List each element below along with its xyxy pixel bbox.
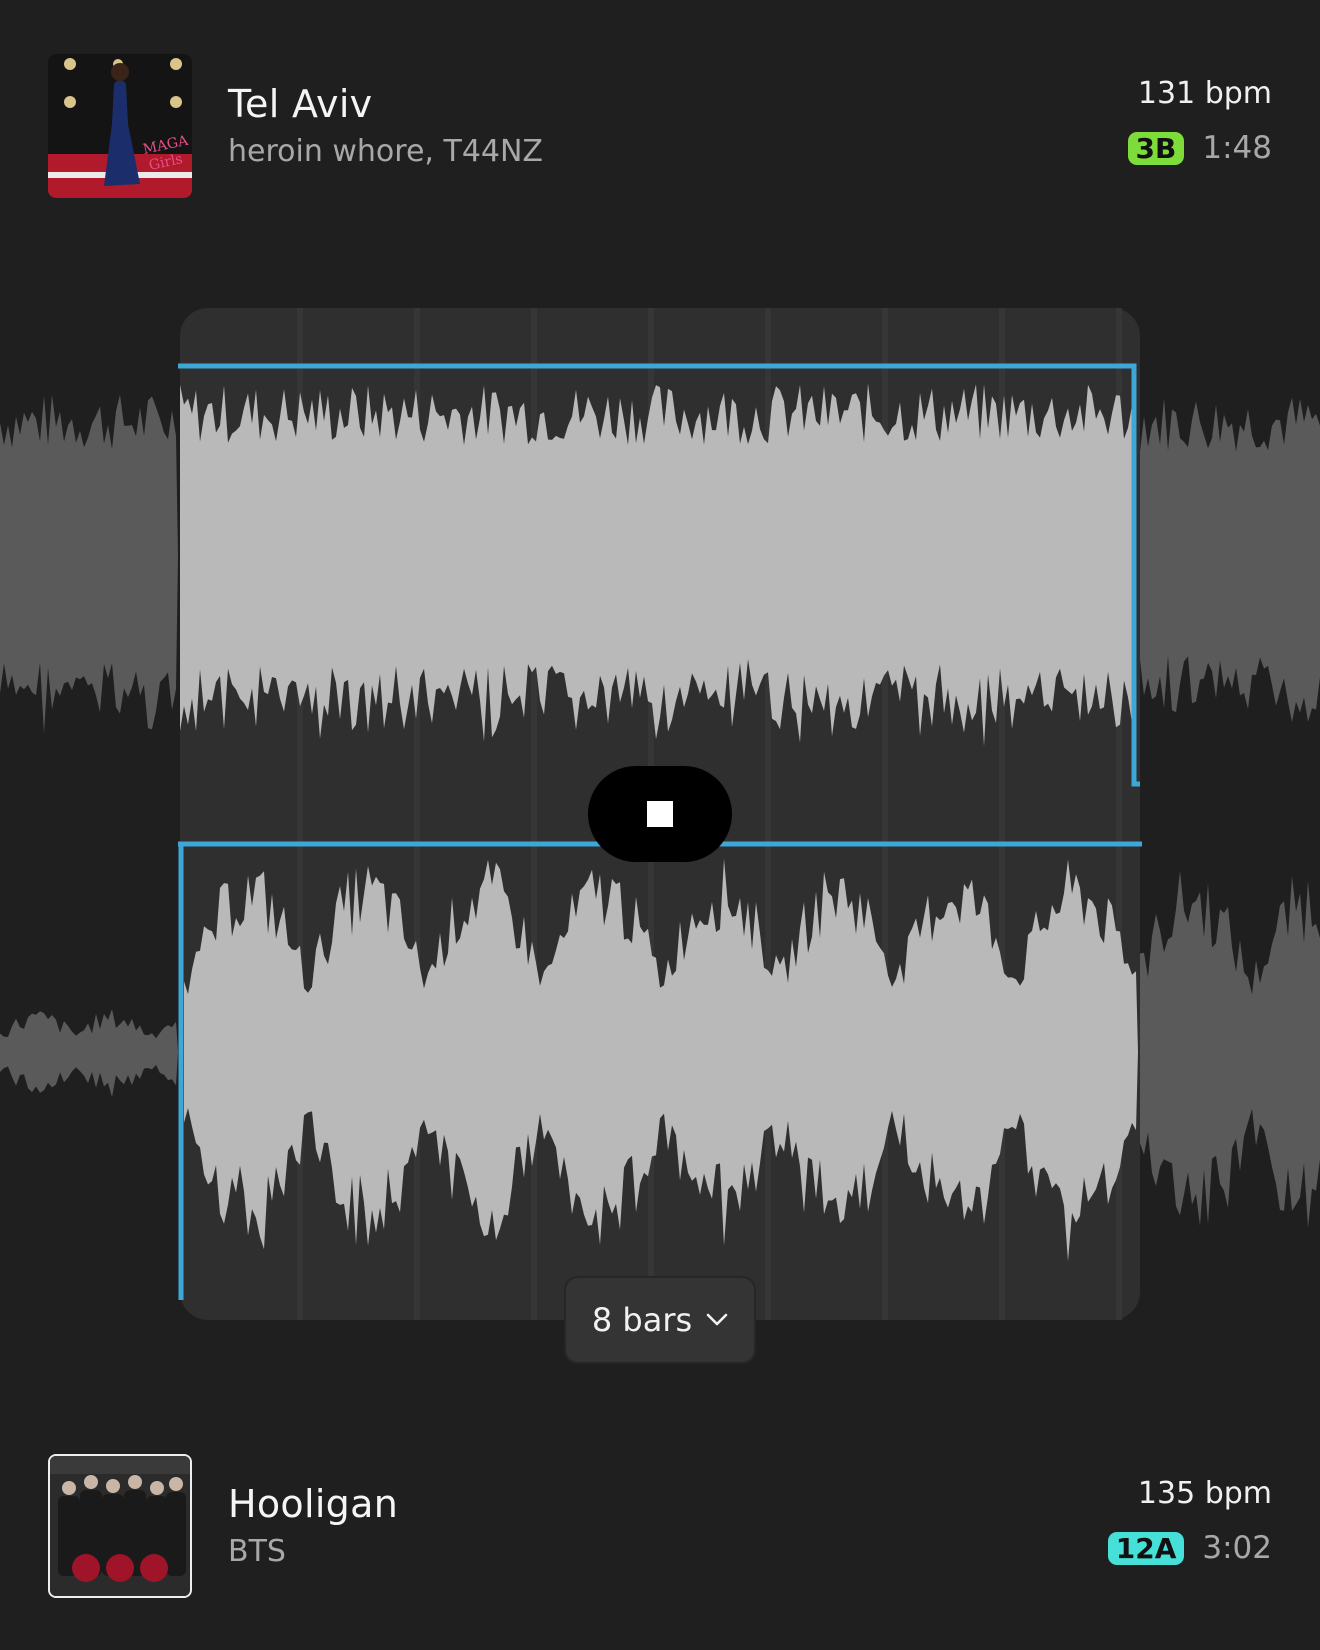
top-track-artist: heroin whore, T44NZ — [228, 134, 543, 169]
chevron-down-icon — [706, 1313, 728, 1326]
top-track-title: Tel Aviv — [228, 82, 373, 126]
bottom-track-meta: 12A 3:02 — [1107, 1530, 1272, 1566]
bottom-track-album-art — [48, 1454, 192, 1598]
top-track-row[interactable]: MAGA Girls Tel Aviv heroin whore, T44NZ … — [0, 52, 1320, 202]
bottom-track-row[interactable]: Hooligan BTS 135 bpm 12A 3:02 — [0, 1452, 1320, 1602]
top-track-bpm: 131 bpm — [1137, 76, 1272, 111]
bottom-track-bpm: 135 bpm — [1137, 1476, 1272, 1511]
top-track-meta: 3B 1:48 — [1127, 130, 1272, 166]
bottom-track-key-badge: 12A — [1107, 1531, 1185, 1565]
stop-icon — [647, 801, 673, 827]
bars-dropdown[interactable]: 8 bars — [564, 1276, 756, 1364]
top-track-duration: 1:48 — [1202, 130, 1272, 166]
bottom-track-artist: BTS — [228, 1534, 286, 1569]
bars-dropdown-label: 8 bars — [591, 1301, 693, 1339]
top-track-album-art: MAGA Girls — [48, 54, 192, 198]
bottom-track-title: Hooligan — [228, 1482, 399, 1526]
top-track-key-badge: 3B — [1127, 131, 1185, 165]
bottom-track-duration: 3:02 — [1202, 1530, 1272, 1566]
stop-button[interactable] — [588, 766, 732, 862]
